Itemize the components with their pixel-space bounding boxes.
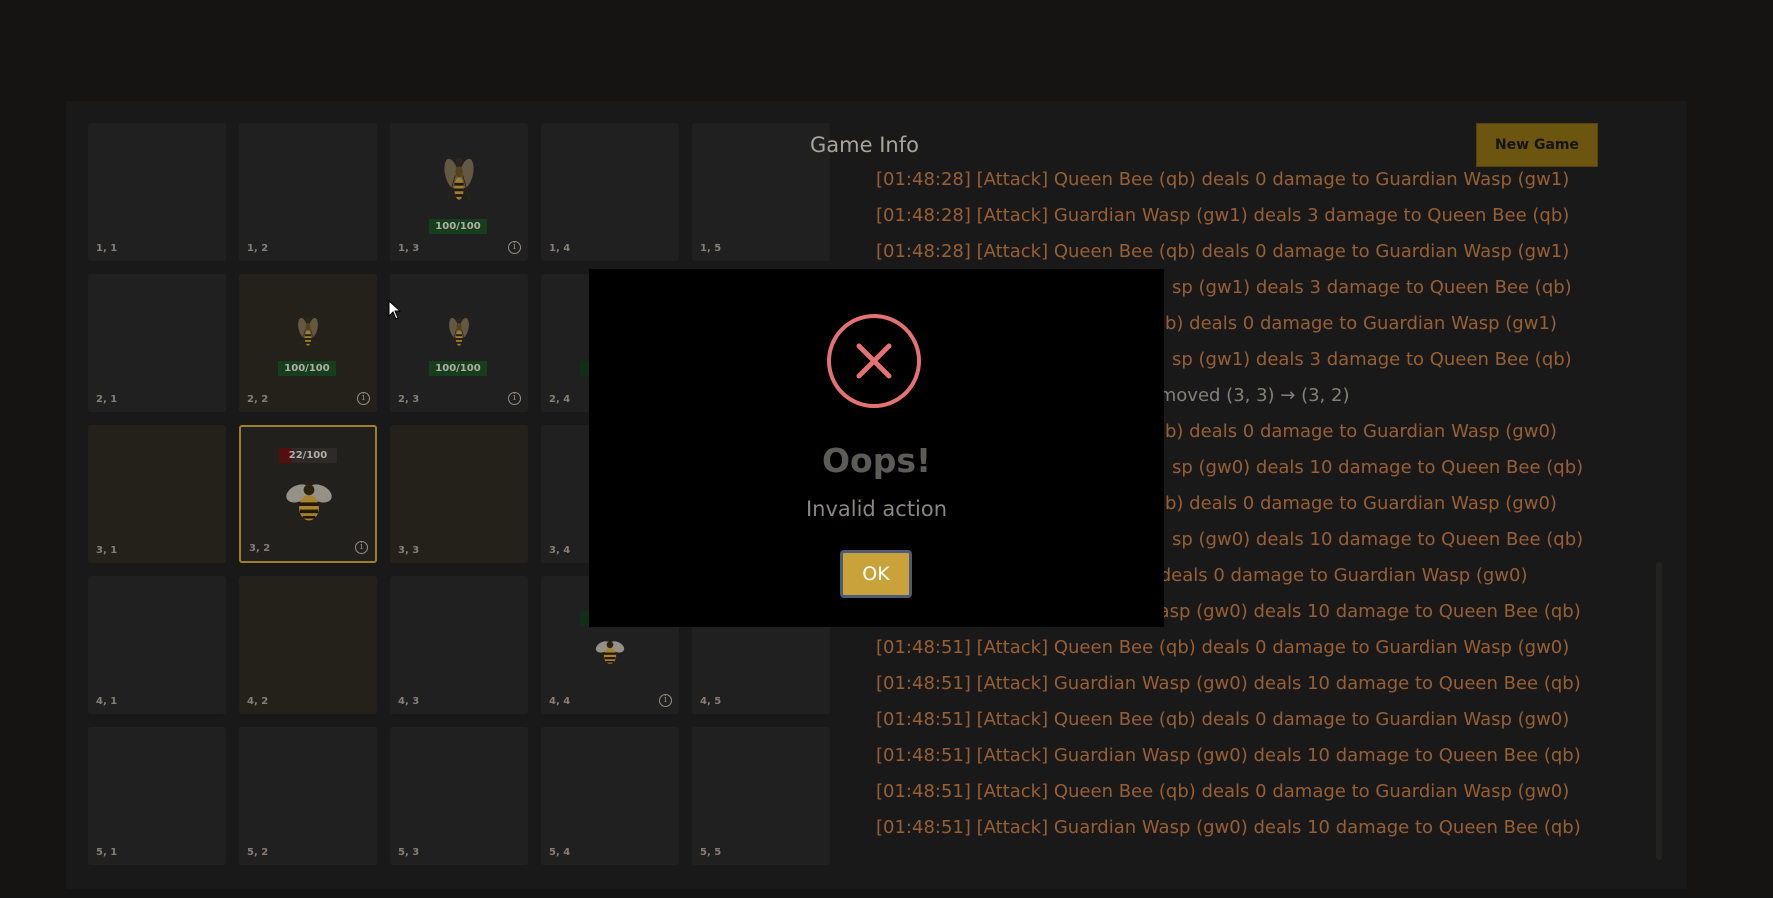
ok-button[interactable]: OK [840, 550, 912, 598]
error-dialog: Oops! Invalid action OK [589, 269, 1164, 627]
error-x-icon [827, 314, 921, 408]
dialog-title: Oops! [821, 441, 932, 480]
dialog-message: Invalid action [805, 497, 948, 521]
mouse-cursor-icon [388, 300, 402, 320]
